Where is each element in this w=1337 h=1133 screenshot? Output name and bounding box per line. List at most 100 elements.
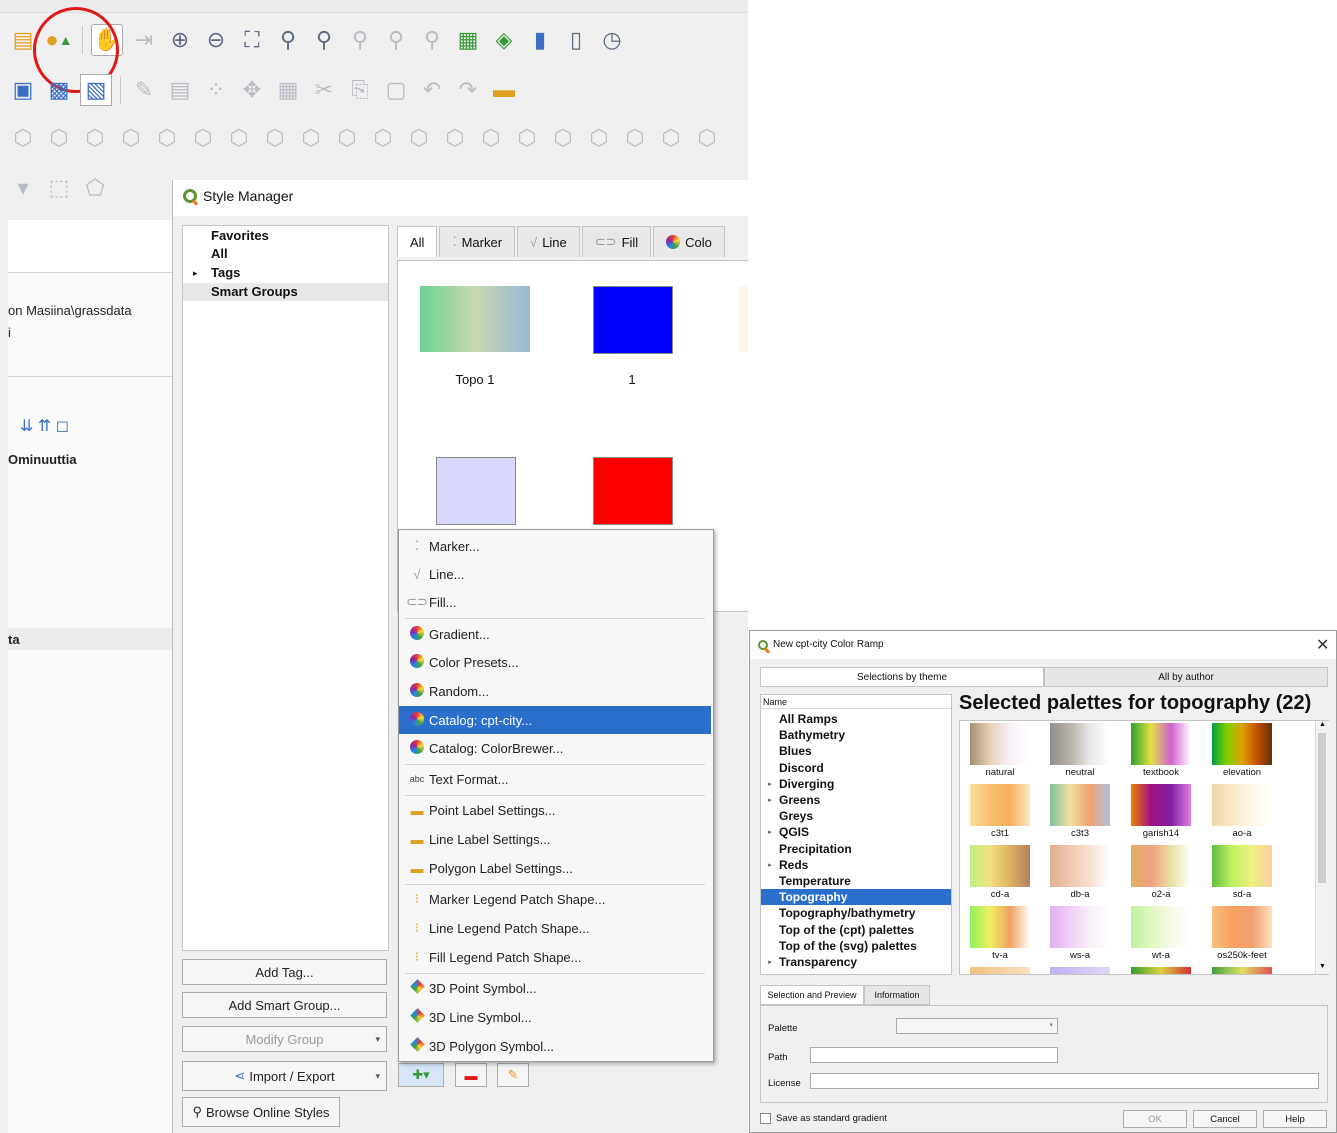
menu-item-catalog-colorbrewer[interactable]: Catalog: ColorBrewer... [399, 734, 711, 762]
add-smart-group-button[interactable]: Add Smart Group... [182, 992, 387, 1018]
raster-icon[interactable]: ▩ [44, 75, 74, 105]
menu-item-marker[interactable]: ⁚ Marker... [399, 532, 711, 560]
menu-item-polygon-label-settings[interactable]: ▬ Polygon Label Settings... [399, 854, 711, 882]
browse-online-styles-button[interactable]: ⚲ Browse Online Styles [182, 1097, 340, 1127]
zoom-in-icon[interactable]: ⊕ [165, 25, 195, 55]
zoom-out-icon[interactable]: ⊖ [201, 25, 231, 55]
add-feature-icon[interactable]: ⁘ [201, 75, 231, 105]
tree-item-all[interactable]: All [211, 246, 228, 261]
save-edits-icon[interactable]: ▤ [165, 75, 195, 105]
digitizing-tool-icon[interactable]: ⬡ [188, 123, 218, 153]
temporal-controller-icon[interactable]: ◷ [597, 25, 627, 55]
tab-all[interactable]: All [397, 226, 438, 257]
digitizing-tool-icon[interactable]: ⬡ [548, 123, 578, 153]
tree-item-favorites[interactable]: Favorites [211, 228, 269, 243]
new-map-view-icon[interactable]: ▦ [453, 25, 483, 55]
digitizing-tool-icon[interactable]: ⬡ [116, 123, 146, 153]
theme-list-item[interactable]: ▸ Reds [761, 857, 951, 873]
menu-item-text-format[interactable]: abc Text Format... [399, 765, 711, 793]
menu-item-point-label-settings[interactable]: ▬ Point Label Settings... [399, 796, 711, 824]
theme-list-item[interactable]: Blues [761, 743, 951, 759]
redo-icon[interactable]: ↷ [453, 75, 483, 105]
menu-item-fill[interactable]: ⊂⊃ Fill... [399, 588, 711, 616]
undo-icon[interactable]: ↶ [417, 75, 447, 105]
expand-arrow-icon[interactable]: ▸ [761, 861, 779, 869]
digitizing-tool-icon[interactable]: ⬡ [656, 123, 686, 153]
pan-to-selection-icon[interactable]: ⇥ [129, 25, 159, 55]
expand-arrow-icon[interactable]: ▸ [761, 780, 779, 788]
ok-button[interactable]: OK [1123, 1110, 1187, 1128]
theme-list-item[interactable]: Precipitation [761, 841, 951, 857]
color-ramp-swatch[interactable] [1212, 906, 1272, 948]
tree-expand-arrow-icon[interactable]: ▸ [193, 268, 198, 279]
cut-icon[interactable]: ✂ [309, 75, 339, 105]
select-tool-icon[interactable]: ⬠ [80, 173, 110, 203]
palette-select[interactable]: ▾ [896, 1018, 1058, 1034]
digitizing-tool-icon[interactable]: ⬡ [368, 123, 398, 153]
color-ramp-swatch[interactable] [1212, 784, 1272, 826]
digitizing-tool-icon[interactable]: ⬡ [8, 123, 38, 153]
theme-list-item[interactable]: All Ramps [761, 711, 951, 727]
digitizing-tool-icon[interactable]: ⬡ [80, 123, 110, 153]
tab-all-by-author[interactable]: All by author [1044, 667, 1328, 687]
theme-list-item[interactable]: Top of the (svg) palettes [761, 938, 951, 954]
symbol-swatch[interactable] [593, 286, 673, 354]
tab-information[interactable]: Information [864, 985, 930, 1005]
digitizing-tool-icon[interactable]: ⬡ [512, 123, 542, 153]
color-ramp-swatch[interactable] [1131, 967, 1191, 974]
add-tag-button[interactable]: Add Tag... [182, 959, 387, 985]
theme-list-item[interactable]: Discord [761, 760, 951, 776]
color-ramp-swatch[interactable] [970, 967, 1030, 974]
save-standard-checkbox[interactable] [760, 1113, 771, 1124]
scroll-thumb[interactable] [1318, 733, 1326, 883]
expand-arrow-icon[interactable]: ▸ [761, 796, 779, 804]
symbol-swatch-partial[interactable] [738, 286, 748, 352]
digitize-icon[interactable]: ▧ [80, 74, 112, 106]
color-ramp-swatch[interactable] [1131, 906, 1191, 948]
menu-item-line-legend-patch[interactable]: ⁝ Line Legend Patch Shape... [399, 914, 711, 942]
color-ramp-swatch[interactable] [1212, 845, 1272, 887]
theme-list-item[interactable]: ▸ Diverging [761, 776, 951, 792]
digitizing-tool-icon[interactable]: ⬡ [584, 123, 614, 153]
zoom-last-icon[interactable]: ⚲ [381, 25, 411, 55]
layer-tools-icon[interactable]: ⇊ ⇈ ◻ [20, 416, 69, 436]
cancel-button[interactable]: Cancel [1193, 1110, 1257, 1128]
symbol-swatch[interactable] [420, 286, 530, 352]
tab-selection-preview[interactable]: Selection and Preview [760, 985, 864, 1005]
delete-icon[interactable]: ▦ [273, 75, 303, 105]
menu-item-color-presets[interactable]: Color Presets... [399, 648, 711, 676]
add-layer-icon[interactable]: ▣ [8, 75, 38, 105]
theme-list-item[interactable]: Bathymetry [761, 727, 951, 743]
help-button[interactable]: Help [1263, 1110, 1327, 1128]
zoom-selection-icon[interactable]: ⚲ [273, 25, 303, 55]
color-ramp-swatch[interactable] [1050, 845, 1110, 887]
paste-icon[interactable]: ▢ [381, 75, 411, 105]
tab-line[interactable]: √ Line [517, 226, 580, 257]
menu-item-3d-line-symbol[interactable]: 3D Line Symbol... [399, 1003, 711, 1031]
theme-list-item[interactable]: ▸ QGIS [761, 824, 951, 840]
expand-arrow-icon[interactable]: ▸ [761, 828, 779, 836]
tab-color-ramp[interactable]: Colo [653, 226, 725, 257]
tree-item-smart-groups[interactable]: Smart Groups [211, 284, 298, 299]
theme-list-item[interactable]: Temperature [761, 873, 951, 889]
color-ramp-swatch[interactable] [970, 784, 1030, 826]
menu-item-fill-legend-patch[interactable]: ⁝ Fill Legend Patch Shape... [399, 943, 711, 971]
digitizing-tool-icon[interactable]: ⬡ [620, 123, 650, 153]
edit-item-button[interactable]: ✎ [497, 1063, 529, 1087]
color-ramp-swatch[interactable] [1131, 784, 1191, 826]
theme-list-item[interactable]: ▸ Transparency [761, 954, 951, 970]
color-ramp-swatch[interactable] [1212, 967, 1272, 974]
theme-list-item[interactable]: Top of the (cpt) palettes [761, 922, 951, 938]
import-export-button[interactable]: ⋖ Import / Export ▾ [182, 1061, 387, 1091]
show-bookmarks-icon[interactable]: ▯ [561, 25, 591, 55]
color-ramp-swatch[interactable] [1131, 845, 1191, 887]
tree-item-tags[interactable]: Tags [211, 265, 240, 280]
color-ramp-swatch[interactable] [1050, 723, 1110, 765]
zoom-next-icon[interactable]: ⚲ [417, 25, 447, 55]
menu-item-line-label-settings[interactable]: ▬ Line Label Settings... [399, 825, 711, 853]
digitizing-tool-icon[interactable]: ⬡ [260, 123, 290, 153]
path-field[interactable] [810, 1047, 1058, 1063]
group-tree[interactable]: Favorites All ▸ Tags Smart Groups [182, 225, 389, 951]
add-item-button[interactable]: ✚▾ [398, 1063, 444, 1087]
digitizing-tool-icon[interactable]: ⬡ [476, 123, 506, 153]
